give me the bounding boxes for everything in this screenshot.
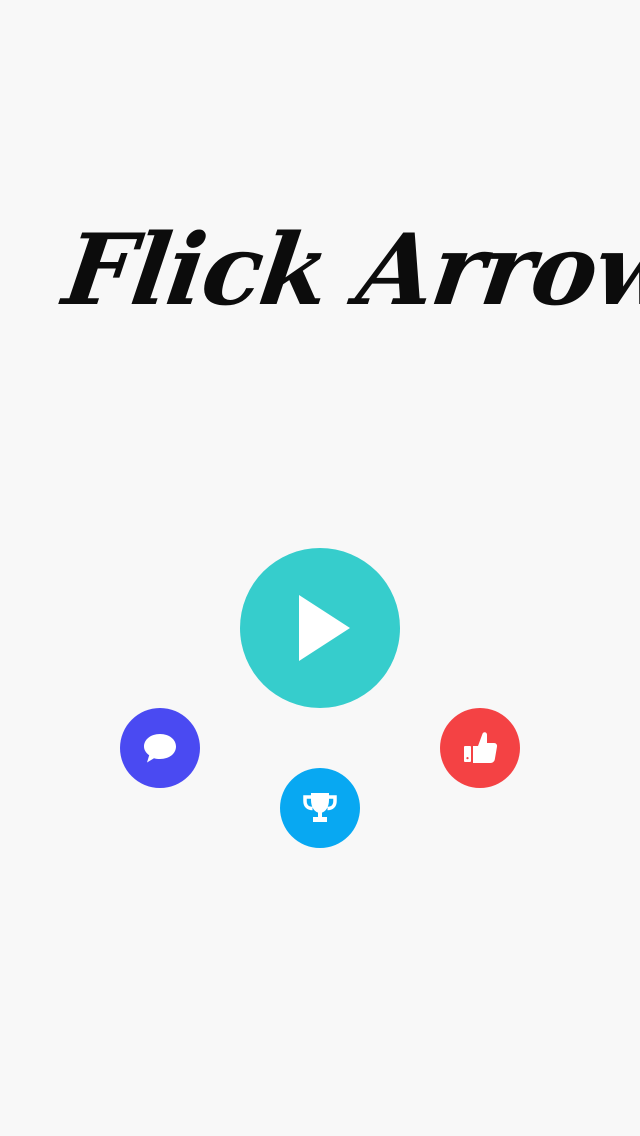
home-screen: Flick Arrow [0,0,640,1136]
speech-bubble-icon [144,734,176,763]
leaderboard-button[interactable] [280,768,360,848]
chat-button[interactable] [120,708,200,788]
trophy-icon [303,793,337,822]
rate-button[interactable] [440,708,520,788]
play-button[interactable] [240,548,400,708]
play-icon [299,595,350,661]
game-title: Flick Arrow [57,213,640,328]
thumbs-up-icon [464,732,498,763]
